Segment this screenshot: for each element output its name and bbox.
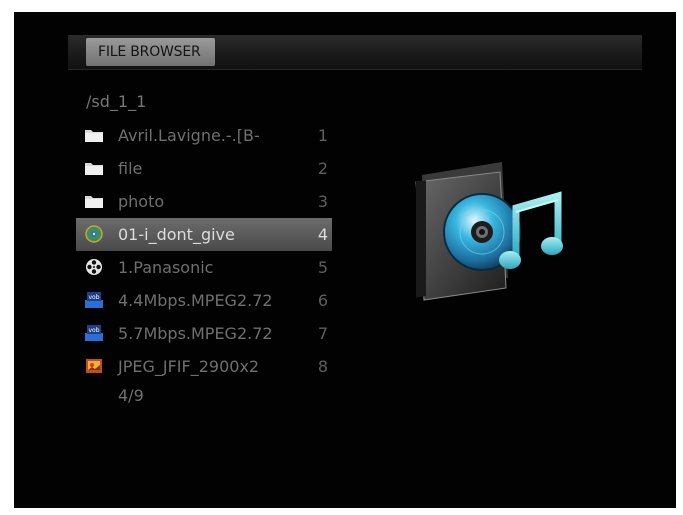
file-index: 1 [317,126,328,145]
file-name: 1.Panasonic [118,258,214,277]
page-title: FILE BROWSER [86,38,215,66]
vob-video-icon: vob [85,325,103,341]
file-index: 5 [317,258,328,277]
list-item[interactable]: file 2 [76,152,332,185]
music-cd-icon [415,162,563,301]
title-bar: FILE BROWSER [68,35,642,70]
file-index: 3 [317,192,328,211]
file-index: 8 [317,357,328,376]
music-file-icon [85,225,103,243]
file-list: Avril.Lavigne.-.[B- 1 file 2 photo 3 01-… [74,119,346,383]
file-index: 2 [317,159,328,178]
list-item[interactable]: vob 5.7Mbps.MPEG2.72 7 [76,317,332,350]
file-index: 4 [317,225,328,244]
list-item[interactable]: JPEG_JFIF_2900x2 8 [76,350,332,383]
svg-text:vob: vob [88,294,99,301]
page-counter: 4/9 [118,386,144,405]
file-index: 7 [317,324,328,343]
film-reel-icon [86,259,102,275]
file-name: 01-i_dont_give [118,225,235,244]
file-name: Avril.Lavigne.-.[B- [118,126,260,145]
file-index: 6 [317,291,328,310]
file-name: 5.7Mbps.MPEG2.72 [118,324,273,343]
folder-icon [85,163,103,175]
list-item-selected[interactable]: 01-i_dont_give 4 [76,218,332,251]
list-item[interactable]: 1.Panasonic 5 [76,251,332,284]
svg-text:vob: vob [88,327,99,334]
vob-video-icon: vob [85,292,103,308]
list-item[interactable]: photo 3 [76,185,332,218]
folder-icon [85,196,103,208]
jpeg-image-icon [86,359,102,373]
tv-screen: FILE BROWSER /sd_1_1 Avril.Lavigne.-.[B-… [14,12,676,508]
list-item[interactable]: vob 4.4Mbps.MPEG2.72 6 [76,284,332,317]
file-name: 4.4Mbps.MPEG2.72 [118,291,273,310]
folder-icon [85,130,103,142]
file-name: photo [118,192,165,211]
current-path: /sd_1_1 [86,92,147,111]
file-name: JPEG_JFIF_2900x2 [118,357,260,376]
list-item[interactable]: Avril.Lavigne.-.[B- 1 [76,119,332,152]
file-name: file [118,159,143,178]
